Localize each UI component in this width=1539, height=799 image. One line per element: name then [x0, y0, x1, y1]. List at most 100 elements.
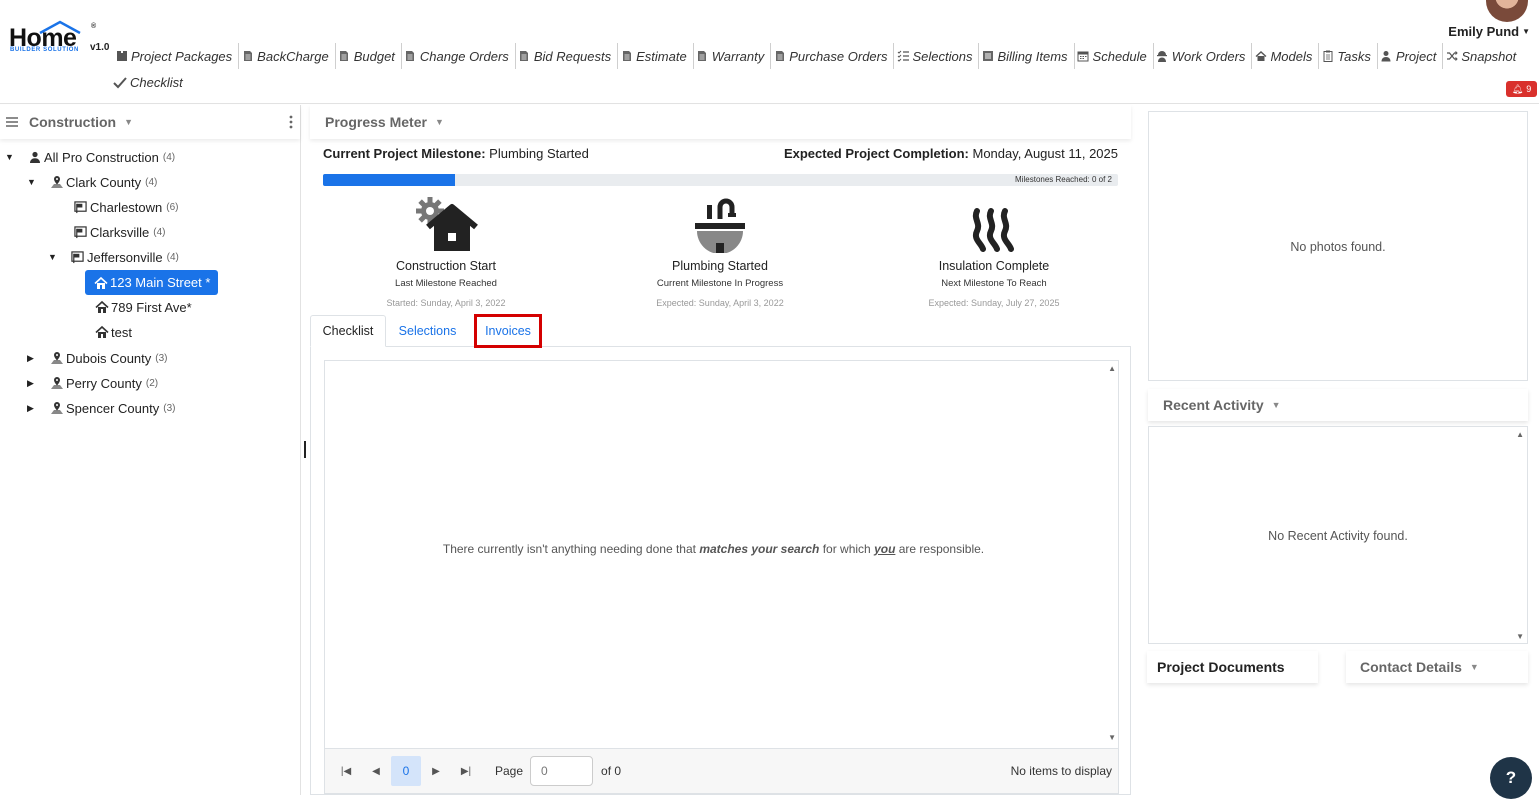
map-pin-icon — [49, 376, 64, 391]
map-flag-icon — [73, 200, 88, 215]
expand-toggle-icon[interactable]: ▼ — [5, 152, 15, 162]
nav-label: Snapshot — [1461, 48, 1517, 64]
tree-node-label: Perry County — [66, 375, 142, 391]
nav-bid-requests[interactable]: Bid Requests — [516, 43, 619, 69]
milestone-plumbing-started: Plumbing Started Current Milestone In Pr… — [600, 195, 840, 308]
tree-node-test[interactable]: test — [94, 321, 132, 343]
nav-label: Tasks — [1337, 48, 1371, 64]
tab-project-documents[interactable]: Project Documents — [1147, 651, 1318, 683]
no-activity-message: No Recent Activity found. — [1268, 529, 1408, 543]
user-avatar[interactable] — [1486, 0, 1528, 22]
help-button[interactable]: ? — [1490, 757, 1532, 799]
tab-label: Checklist — [322, 324, 374, 338]
nav-billing-items[interactable]: Billing Items — [979, 43, 1075, 69]
first-page-icon[interactable]: |◀ — [331, 756, 361, 786]
chevron-down-icon[interactable]: ▼ — [124, 117, 133, 127]
nav-estimate[interactable]: Estimate — [618, 43, 694, 69]
tree-node-perry-county[interactable]: ▶ Perry County (2) — [27, 372, 158, 394]
nav-snapshot[interactable]: Snapshot — [1443, 43, 1522, 69]
scroll-up-icon[interactable]: ▲ — [1108, 364, 1116, 373]
tree-node-clark-county[interactable]: ▼ Clark County (4) — [27, 171, 157, 193]
nav-label: Work Orders — [1171, 48, 1246, 64]
progress-meter-header[interactable]: Progress Meter ▼ — [310, 105, 1131, 139]
scroll-down-icon[interactable]: ▼ — [1108, 733, 1116, 742]
kebab-menu-icon[interactable] — [289, 115, 293, 129]
nav-label: Selections — [912, 48, 973, 64]
heat-waves-icon — [874, 195, 1114, 253]
nav-label: Estimate — [636, 48, 687, 64]
nav-work-orders[interactable]: Work Orders — [1154, 43, 1253, 69]
milestone-progress-bar: Milestones Reached: 0 of 2 — [323, 174, 1118, 186]
scroll-up-icon[interactable]: ▲ — [1516, 430, 1524, 439]
expand-toggle-icon[interactable]: ▼ — [48, 252, 58, 262]
tab-contact-details[interactable]: Contact Details ▼ — [1346, 651, 1528, 683]
nav-selections[interactable]: Selections — [894, 43, 980, 69]
nav-backcharge[interactable]: BackCharge — [239, 43, 336, 69]
progress-fill — [323, 174, 455, 186]
grid-pager: |◀ ◀ 0 ▶ ▶| Page of 0 No items to displa… — [325, 748, 1118, 793]
tab-invoices[interactable]: Invoices — [474, 314, 542, 348]
tree-node-dubois-county[interactable]: ▶ Dubois County (3) — [27, 347, 168, 369]
nav-warranty[interactable]: Warranty — [694, 43, 772, 69]
nav-checklist[interactable]: Checklist — [113, 75, 183, 90]
tree-node-count: (4) — [166, 251, 179, 263]
current-page-button[interactable]: 0 — [391, 756, 421, 786]
nav-schedule[interactable]: Schedule — [1075, 43, 1154, 69]
user-menu[interactable]: Emily Pund ▼ — [1448, 24, 1530, 39]
list-check-icon — [896, 50, 909, 63]
nav-label: Warranty — [711, 48, 765, 64]
check-icon — [113, 76, 127, 90]
nav-label: Purchase Orders — [789, 48, 888, 64]
project-tabs: Checklist Selections Invoices — [310, 314, 1131, 348]
notification-count: 9 — [1526, 84, 1532, 94]
tree-node-label: Spencer County — [66, 400, 160, 416]
panel-splitter[interactable] — [304, 441, 306, 458]
house-icon — [94, 325, 109, 340]
nav-tasks[interactable]: Tasks — [1319, 43, 1378, 69]
tree-node-charlestown[interactable]: Charlestown (6) — [73, 196, 179, 218]
nav-project-packages[interactable]: Project Packages — [113, 43, 240, 69]
tree-node-count: (3) — [155, 352, 168, 364]
tree-node-spencer-county[interactable]: ▶ Spencer County (3) — [27, 397, 175, 419]
tree-node-789-first-ave[interactable]: 789 First Ave* — [94, 296, 192, 318]
expand-toggle-icon[interactable]: ▶ — [27, 403, 37, 414]
prev-page-icon[interactable]: ◀ — [361, 756, 391, 786]
tree-node-clarksville[interactable]: Clarksville (4) — [73, 221, 165, 243]
map-pin-icon — [49, 351, 64, 366]
recent-activity-header[interactable]: Recent Activity ▼ — [1148, 389, 1528, 421]
notification-badge[interactable]: 🔔︎ 9 — [1506, 81, 1537, 97]
nav-project[interactable]: Project — [1378, 43, 1444, 69]
empty-message-emphasis: matches your search — [699, 542, 820, 556]
tab-selections[interactable]: Selections — [390, 315, 465, 347]
hamburger-icon[interactable] — [6, 117, 18, 127]
milestone-date: Started: Sunday, April 3, 2022 — [386, 298, 506, 308]
tree-node-count: (4) — [153, 226, 166, 238]
nav-label: Budget — [353, 48, 395, 64]
packages-icon — [115, 50, 128, 63]
expand-toggle-icon[interactable]: ▶ — [27, 353, 37, 364]
nav-purchase-orders[interactable]: Purchase Orders — [771, 43, 895, 69]
nav-budget[interactable]: Budget — [336, 43, 402, 69]
page-number-input[interactable] — [530, 756, 594, 786]
next-page-icon[interactable]: ▶ — [421, 756, 451, 786]
map-flag-icon — [73, 225, 88, 240]
list-icon — [981, 50, 994, 63]
progress-meter-panel: Progress Meter ▼ Current Project Milesto… — [310, 105, 1131, 795]
expand-toggle-icon[interactable]: ▶ — [27, 378, 37, 389]
tree-node-123-main-street[interactable]: 123 Main Street * — [85, 270, 219, 295]
nav-change-orders[interactable]: Change Orders — [402, 43, 516, 69]
nav-label: Project Packages — [131, 48, 233, 64]
tree-node-jeffersonville[interactable]: ▼ Jeffersonville (4) — [48, 246, 179, 268]
expected-completion-value: Monday, August 11, 2025 — [972, 146, 1118, 161]
nav-label: Schedule — [1092, 48, 1147, 64]
nav-models[interactable]: Models — [1252, 43, 1320, 69]
app-logo[interactable]: Home ® BUILDER SOLUTION v1.0 — [9, 18, 109, 58]
tab-checklist[interactable]: Checklist — [310, 315, 386, 347]
tree-node-all-pro-construction[interactable]: ▼ All Pro Construction (4) — [5, 146, 175, 168]
last-page-icon[interactable]: ▶| — [451, 756, 481, 786]
construction-title[interactable]: Construction — [29, 114, 116, 130]
expand-toggle-icon[interactable]: ▼ — [27, 177, 37, 187]
scroll-down-icon[interactable]: ▼ — [1516, 632, 1524, 641]
empty-message-emphasis: you — [874, 542, 896, 556]
logo-tagline: BUILDER SOLUTION — [10, 47, 79, 53]
